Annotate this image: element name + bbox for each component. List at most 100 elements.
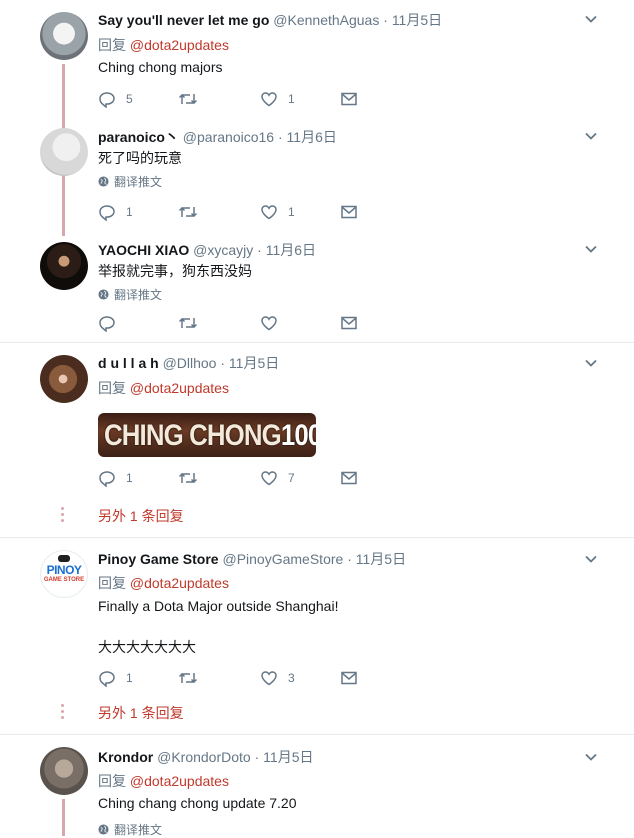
tweet[interactable]: paranoico丶 @paranoico16 · 11月6日 死了吗的玩意 翻… [0, 120, 634, 234]
separator: · [257, 242, 262, 258]
reply-button[interactable] [98, 314, 126, 332]
translate-label: 翻译推文 [114, 175, 163, 189]
tweet[interactable]: YAOCHI XIAO @xycayjy · 11月6日 举报就完事，狗东西没妈… [0, 234, 634, 342]
media-text: CHING CHONG [104, 419, 282, 452]
action-bar: 1 3 [98, 669, 368, 689]
media-caption: CHING CHONG100 [104, 419, 316, 453]
display-name[interactable]: YAOCHI XIAO [98, 242, 189, 258]
media-image[interactable]: CHING CHONG100 [98, 413, 316, 457]
reply-button[interactable]: 1 [98, 669, 133, 687]
dm-icon [341, 671, 357, 685]
mention-link[interactable]: @dota2updates [130, 773, 229, 789]
like-icon [261, 671, 277, 686]
user-handle[interactable]: @xycayjy [193, 242, 253, 258]
globe-icon [98, 289, 109, 300]
retweet-button[interactable] [178, 669, 208, 687]
chevron-down-icon[interactable] [584, 12, 598, 31]
timestamp[interactable]: 11月6日 [266, 242, 316, 258]
like-button[interactable]: 7 [260, 469, 295, 487]
reply-prefix: 回复 [98, 773, 126, 789]
user-handle[interactable]: @paranoico16 [183, 129, 274, 145]
user-handle[interactable]: @PinoyGameStore [222, 551, 343, 567]
like-icon [261, 316, 277, 331]
timestamp[interactable]: 11月5日 [263, 749, 313, 765]
dm-icon [341, 205, 357, 219]
avatar[interactable] [40, 12, 88, 60]
display-name[interactable]: paranoico丶 [98, 129, 179, 145]
avatar[interactable] [40, 747, 88, 795]
dm-button[interactable] [340, 469, 358, 487]
reply-button[interactable]: 5 [98, 90, 133, 108]
like-button[interactable]: 1 [260, 203, 295, 221]
tweet-header: Say you'll never let me go @KennethAguas… [98, 10, 442, 30]
dm-button[interactable] [340, 669, 358, 687]
user-handle[interactable]: @KrondorDoto [157, 749, 251, 765]
retweet-button[interactable] [178, 203, 208, 221]
reply-button[interactable]: 1 [98, 203, 133, 221]
tweet[interactable]: Krondor @KrondorDoto · 11月5日 回复 @dota2up… [0, 735, 634, 838]
dm-button[interactable] [340, 90, 358, 108]
dm-button[interactable] [340, 314, 358, 332]
like-button[interactable]: 3 [260, 669, 295, 687]
thread-dots [60, 704, 66, 722]
timestamp[interactable]: 11月5日 [229, 355, 279, 371]
tweet[interactable]: PINOY GAME STORE Pinoy Game Store @Pinoy… [0, 538, 634, 734]
timestamp[interactable]: 11月6日 [287, 129, 337, 145]
tweet-header: Pinoy Game Store @PinoyGameStore · 11月5日 [98, 549, 406, 569]
like-count: 7 [288, 471, 295, 485]
tweet-header: paranoico丶 @paranoico16 · 11月6日 [98, 127, 337, 147]
dm-icon [341, 471, 357, 485]
retweet-button[interactable] [178, 314, 208, 332]
tweet-text: Finally a Dota Major outside Shanghai! [98, 598, 339, 614]
reply-prefix: 回复 [98, 380, 126, 396]
thread-line [62, 799, 65, 836]
like-icon [261, 92, 277, 107]
retweet-button[interactable] [178, 469, 208, 487]
like-count: 1 [288, 205, 295, 219]
translate-link[interactable]: 翻译推文 [98, 173, 162, 190]
user-handle[interactable]: @KennethAguas [273, 12, 379, 28]
tweet[interactable]: d u l l a h @Dllhoo · 11月5日 回复 @dota2upd… [0, 343, 634, 537]
display-name[interactable]: d u l l a h [98, 355, 159, 371]
tweet[interactable]: Say you'll never let me go @KennethAguas… [0, 0, 634, 120]
display-name[interactable]: Say you'll never let me go [98, 12, 269, 28]
translate-label: 翻译推文 [114, 823, 163, 837]
reply-prefix: 回复 [98, 37, 126, 53]
user-handle[interactable]: @Dllhoo [163, 355, 217, 371]
avatar[interactable] [40, 128, 88, 176]
tweet-text-line-2: 大大大大大大大 [98, 639, 196, 655]
action-bar [98, 314, 368, 334]
reply-button[interactable]: 1 [98, 469, 133, 487]
mention-link[interactable]: @dota2updates [130, 37, 229, 53]
mention-link[interactable]: @dota2updates [130, 575, 229, 591]
more-replies-link[interactable]: 另外 1 条回复 [98, 506, 184, 526]
timestamp[interactable]: 11月5日 [392, 12, 442, 28]
reply-context: 回复 @dota2updates [98, 35, 229, 55]
display-name[interactable]: Krondor [98, 749, 153, 765]
display-name[interactable]: Pinoy Game Store [98, 551, 219, 567]
like-button[interactable] [260, 314, 288, 332]
translate-link[interactable]: 翻译推文 [98, 286, 162, 303]
mention-link[interactable]: @dota2updates [130, 380, 229, 396]
media-number: 100 [280, 419, 316, 452]
reply-icon [99, 92, 115, 108]
dm-button[interactable] [340, 203, 358, 221]
timestamp[interactable]: 11月5日 [356, 551, 406, 567]
chevron-down-icon[interactable] [584, 356, 598, 375]
avatar[interactable]: PINOY GAME STORE [40, 550, 88, 598]
avatar[interactable] [40, 355, 88, 403]
translate-link[interactable]: 翻译推文 [98, 821, 162, 838]
tweet-text: Ching chang chong update 7.20 [98, 795, 297, 811]
like-button[interactable]: 1 [260, 90, 295, 108]
retweet-icon [178, 472, 198, 484]
avatar[interactable] [40, 242, 88, 290]
chevron-down-icon[interactable] [584, 242, 598, 261]
reply-context: 回复 @dota2updates [98, 378, 229, 398]
more-replies-link[interactable]: 另外 1 条回复 [98, 703, 184, 723]
retweet-button[interactable] [178, 90, 208, 108]
chevron-down-icon[interactable] [584, 129, 598, 148]
tweet-header: d u l l a h @Dllhoo · 11月5日 [98, 353, 279, 373]
dm-icon [341, 316, 357, 330]
chevron-down-icon[interactable] [584, 552, 598, 571]
chevron-down-icon[interactable] [584, 750, 598, 769]
